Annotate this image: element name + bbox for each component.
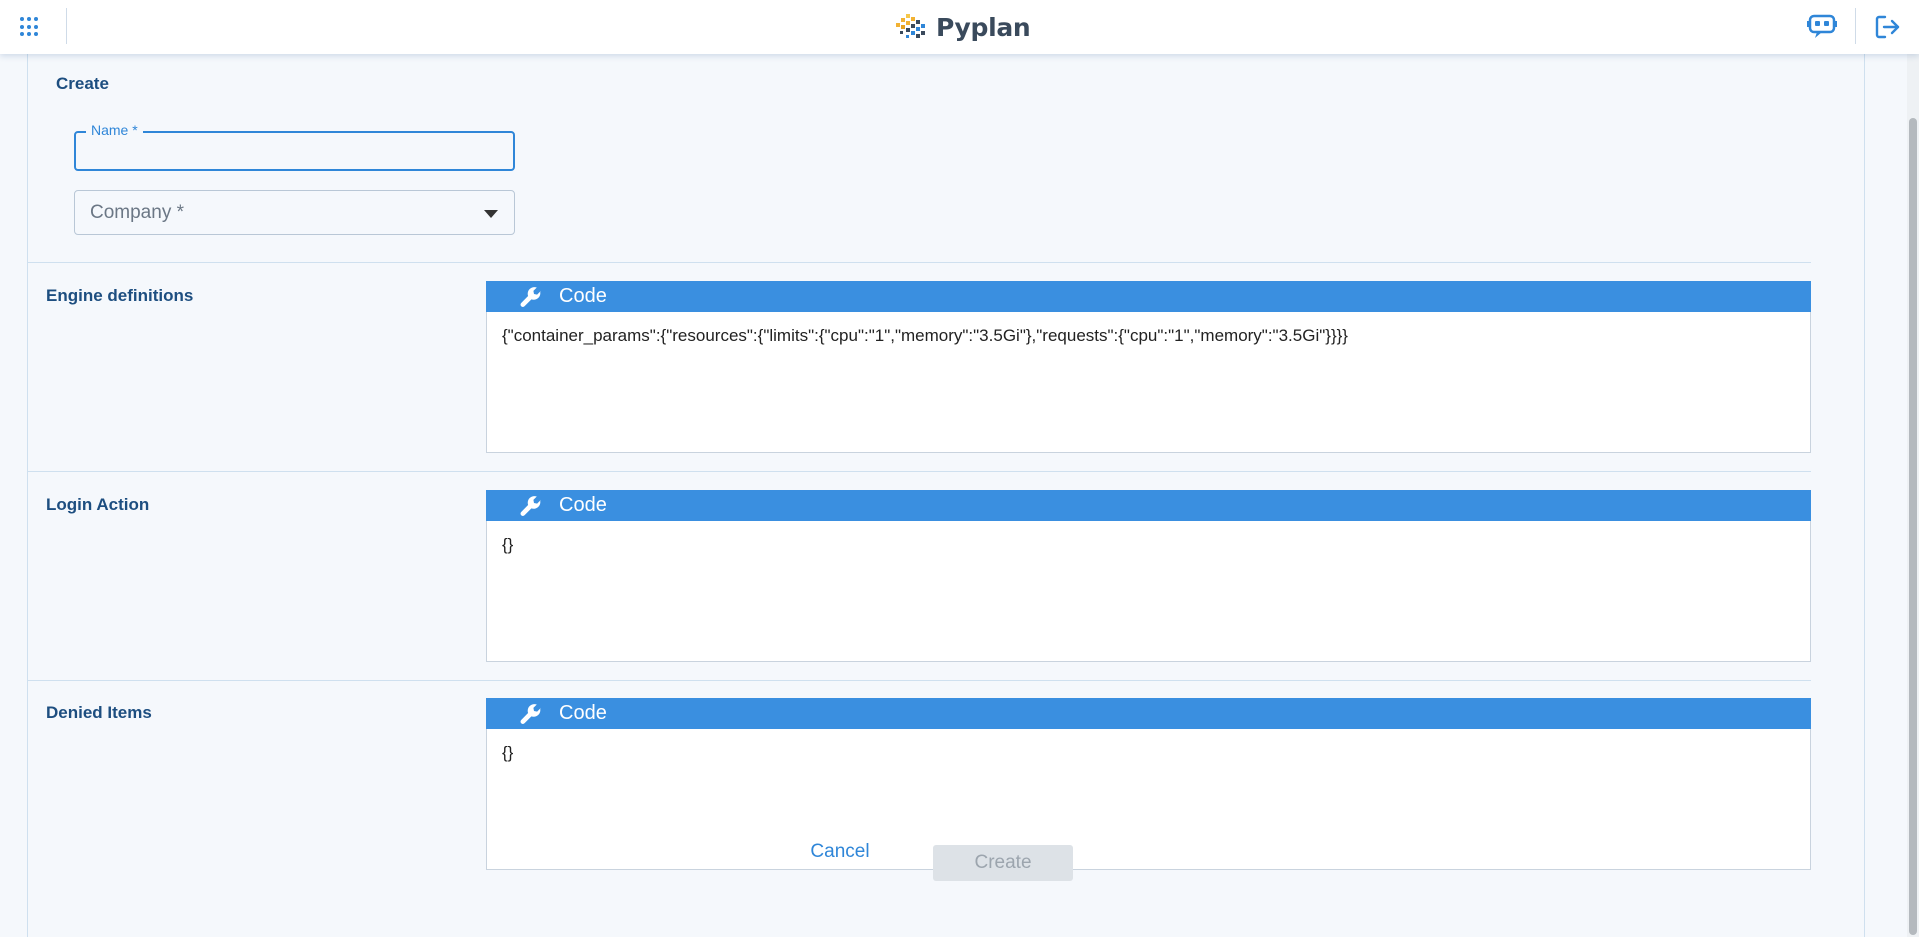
section-label-login-action: Login Action [46, 495, 150, 514]
wrench-icon [520, 495, 541, 516]
engine-definitions-code-block: Code {"container_params":{"resources":{"… [486, 281, 1811, 453]
create-button[interactable]: Create [933, 845, 1073, 881]
pyplan-logo-icon [896, 14, 925, 38]
code-editor-toggle[interactable]: Code [486, 281, 1811, 312]
code-header-label: Code [559, 494, 607, 516]
code-content: {"container_params":{"resources":{"limit… [502, 326, 1348, 345]
code-content: {} [502, 535, 514, 554]
top-bar: Pyplan [0, 0, 1919, 54]
code-header-label: Code [559, 285, 607, 307]
scrollbar[interactable] [1907, 54, 1919, 937]
brand: Pyplan [894, 9, 1031, 45]
divider [66, 8, 67, 44]
section-label-engine-definitions: Engine definitions [46, 286, 194, 305]
divider [27, 471, 1811, 472]
logout-icon[interactable] [1874, 13, 1902, 41]
code-editor-toggle[interactable]: Code [486, 698, 1811, 729]
code-editor-toggle[interactable]: Code [486, 490, 1811, 521]
name-field-label: Name * [86, 122, 143, 138]
engine-definitions-editor[interactable]: {"container_params":{"resources":{"limit… [486, 312, 1811, 453]
assistant-bot-icon[interactable] [1807, 12, 1837, 40]
section-label-denied-items: Denied Items [46, 703, 152, 722]
code-content: {} [502, 743, 514, 762]
name-input[interactable] [88, 141, 498, 163]
company-select[interactable]: Company * [74, 190, 515, 235]
scrollbar-thumb[interactable] [1909, 118, 1917, 935]
login-action-code-block: Code {} [486, 490, 1811, 662]
wrench-icon [520, 703, 541, 724]
cancel-button[interactable]: Cancel [785, 835, 895, 869]
denied-items-editor[interactable]: {} [486, 729, 1811, 870]
code-header-label: Code [559, 702, 607, 724]
brand-name: Pyplan [936, 12, 1031, 42]
apps-grid-icon[interactable] [16, 14, 42, 40]
divider [1855, 8, 1856, 44]
company-select-placeholder: Company * [90, 202, 184, 223]
divider [27, 680, 1811, 681]
divider [27, 262, 1811, 263]
denied-items-code-block: Code {} [486, 698, 1811, 870]
name-field[interactable]: Name * [74, 122, 515, 171]
login-action-editor[interactable]: {} [486, 521, 1811, 662]
chevron-down-icon [484, 210, 498, 218]
page-title: Create [56, 74, 109, 93]
wrench-icon [520, 286, 541, 307]
